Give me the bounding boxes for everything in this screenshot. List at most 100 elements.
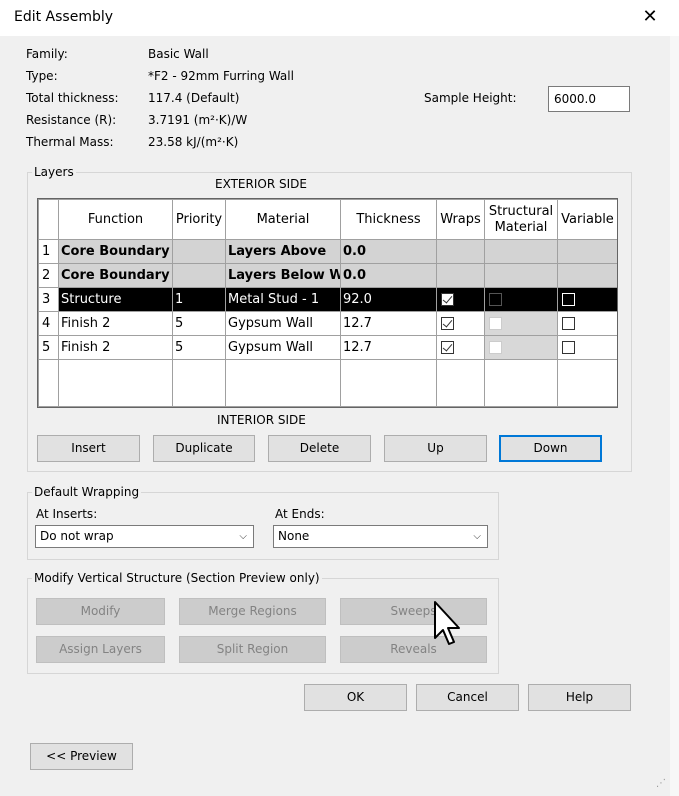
empty-cell bbox=[340, 359, 437, 407]
wraps-checkbox[interactable] bbox=[441, 317, 454, 330]
cell-thickness[interactable]: 92.0 bbox=[340, 287, 437, 312]
cell-thickness[interactable]: 0.0 bbox=[340, 263, 437, 288]
row-number[interactable]: 3 bbox=[38, 287, 59, 312]
chevron-down-icon[interactable]: ⌵ bbox=[473, 526, 481, 547]
column-header-structural-material: Structural Material bbox=[484, 199, 558, 240]
window-title: Edit Assembly bbox=[14, 9, 114, 25]
variable-checkbox[interactable] bbox=[562, 317, 575, 330]
variable-checkbox[interactable] bbox=[562, 341, 575, 354]
down-button[interactable]: Down bbox=[499, 435, 602, 462]
table-row-selected[interactable]: 3 Structure 1 Metal Stud - 1 92.0 bbox=[38, 287, 617, 312]
row-number[interactable]: 2 bbox=[38, 263, 59, 288]
resistance-value: 3.7191 (m²·K)/W bbox=[148, 113, 248, 127]
cell-priority[interactable] bbox=[172, 239, 226, 264]
cell-variable bbox=[557, 287, 617, 312]
cell-material[interactable]: Layers Below W bbox=[225, 263, 341, 288]
cell-wraps bbox=[436, 311, 485, 336]
resize-grip-icon[interactable]: ⋰ bbox=[656, 778, 666, 789]
ok-button[interactable]: OK bbox=[304, 684, 407, 711]
empty-cell bbox=[436, 359, 485, 407]
column-header-function: Function bbox=[58, 199, 173, 240]
cell-material[interactable]: Metal Stud - 1 bbox=[225, 287, 341, 312]
structural-line-1: Structural bbox=[488, 203, 554, 219]
reveals-button[interactable]: Reveals bbox=[340, 636, 487, 663]
thickness-label: Total thickness: bbox=[26, 91, 119, 105]
cell-thickness[interactable]: 0.0 bbox=[340, 239, 437, 264]
variable-checkbox[interactable] bbox=[562, 293, 575, 306]
column-header-thickness: Thickness bbox=[340, 199, 437, 240]
column-header-priority: Priority bbox=[172, 199, 226, 240]
interior-side-caption: INTERIOR SIDE bbox=[217, 413, 306, 427]
family-label: Family: bbox=[26, 47, 68, 61]
row-number[interactable]: 5 bbox=[38, 335, 59, 360]
structural-line-2: Material bbox=[494, 219, 548, 235]
sample-height-label: Sample Height: bbox=[424, 91, 517, 105]
row-header-corner bbox=[38, 199, 59, 240]
wraps-checkbox[interactable] bbox=[441, 293, 454, 306]
cell-material[interactable]: Gypsum Wall bbox=[225, 311, 341, 336]
row-number[interactable]: 1 bbox=[38, 239, 59, 264]
at-inserts-label: At Inserts: bbox=[36, 507, 98, 521]
structural-material-checkbox bbox=[489, 317, 502, 330]
empty-cell bbox=[58, 359, 173, 407]
cell-priority[interactable]: 5 bbox=[172, 311, 226, 336]
insert-button[interactable]: Insert bbox=[37, 435, 140, 462]
help-button[interactable]: Help bbox=[528, 684, 631, 711]
cell-material[interactable]: Layers Above bbox=[225, 239, 341, 264]
cell-function[interactable]: Core Boundary bbox=[58, 239, 173, 264]
table-row[interactable]: 1 Core Boundary Layers Above 0.0 bbox=[38, 239, 617, 264]
merge-regions-button[interactable]: Merge Regions bbox=[179, 598, 326, 625]
modify-button[interactable]: Modify bbox=[36, 598, 165, 625]
cell-variable bbox=[557, 239, 617, 264]
cell-priority[interactable]: 1 bbox=[172, 287, 226, 312]
column-header-material: Material bbox=[225, 199, 341, 240]
assign-layers-button[interactable]: Assign Layers bbox=[36, 636, 165, 663]
cell-thickness[interactable]: 12.7 bbox=[340, 311, 437, 336]
table-row[interactable]: 4 Finish 2 5 Gypsum Wall 12.7 bbox=[38, 311, 617, 336]
wraps-checkbox[interactable] bbox=[441, 341, 454, 354]
empty-cell bbox=[557, 359, 617, 407]
structural-material-checkbox bbox=[489, 341, 502, 354]
duplicate-button[interactable]: Duplicate bbox=[153, 435, 255, 462]
delete-button[interactable]: Delete bbox=[268, 435, 371, 462]
cell-function[interactable]: Structure bbox=[58, 287, 173, 312]
cell-wraps bbox=[436, 287, 485, 312]
cell-thickness[interactable]: 12.7 bbox=[340, 335, 437, 360]
cancel-button[interactable]: Cancel bbox=[416, 684, 519, 711]
type-label: Type: bbox=[26, 69, 58, 83]
structural-material-checkbox[interactable] bbox=[489, 293, 502, 306]
empty-cell bbox=[225, 359, 341, 407]
table-row[interactable]: 2 Core Boundary Layers Below W 0.0 bbox=[38, 263, 617, 288]
chevron-down-icon[interactable]: ⌵ bbox=[239, 526, 247, 547]
title-bar: Edit Assembly ✕ bbox=[0, 0, 679, 36]
thermal-mass-label: Thermal Mass: bbox=[26, 135, 114, 149]
type-value: *F2 - 92mm Furring Wall bbox=[148, 69, 294, 83]
cell-wraps bbox=[436, 263, 485, 288]
sweeps-button[interactable]: Sweeps bbox=[340, 598, 487, 625]
close-icon[interactable]: ✕ bbox=[638, 4, 662, 30]
cell-function[interactable]: Finish 2 bbox=[58, 311, 173, 336]
cell-wraps bbox=[436, 335, 485, 360]
preview-button[interactable]: << Preview bbox=[30, 743, 133, 770]
cell-structural-material bbox=[484, 311, 558, 336]
sample-height-input[interactable]: 6000.0 bbox=[548, 86, 630, 112]
cell-function[interactable]: Core Boundary bbox=[58, 263, 173, 288]
default-wrapping-legend: Default Wrapping bbox=[34, 485, 140, 499]
cell-material[interactable]: Gypsum Wall bbox=[225, 335, 341, 360]
empty-cell bbox=[484, 359, 558, 407]
up-button[interactable]: Up bbox=[384, 435, 487, 462]
column-header-variable: Variable bbox=[557, 199, 617, 240]
row-number[interactable]: 4 bbox=[38, 311, 59, 336]
at-inserts-select[interactable]: Do not wrap ⌵ bbox=[35, 525, 254, 548]
layers-table[interactable]: Function Priority Material Thickness Wra… bbox=[37, 198, 618, 408]
cell-priority[interactable]: 5 bbox=[172, 335, 226, 360]
cell-function[interactable]: Finish 2 bbox=[58, 335, 173, 360]
split-region-button[interactable]: Split Region bbox=[179, 636, 326, 663]
table-row[interactable]: 5 Finish 2 5 Gypsum Wall 12.7 bbox=[38, 335, 617, 360]
default-wrapping-group: Default Wrapping bbox=[27, 485, 499, 560]
exterior-side-caption: EXTERIOR SIDE bbox=[215, 177, 307, 191]
at-ends-select[interactable]: None ⌵ bbox=[273, 525, 488, 548]
cell-priority[interactable] bbox=[172, 263, 226, 288]
at-ends-label: At Ends: bbox=[275, 507, 325, 521]
layers-legend: Layers bbox=[34, 165, 74, 179]
